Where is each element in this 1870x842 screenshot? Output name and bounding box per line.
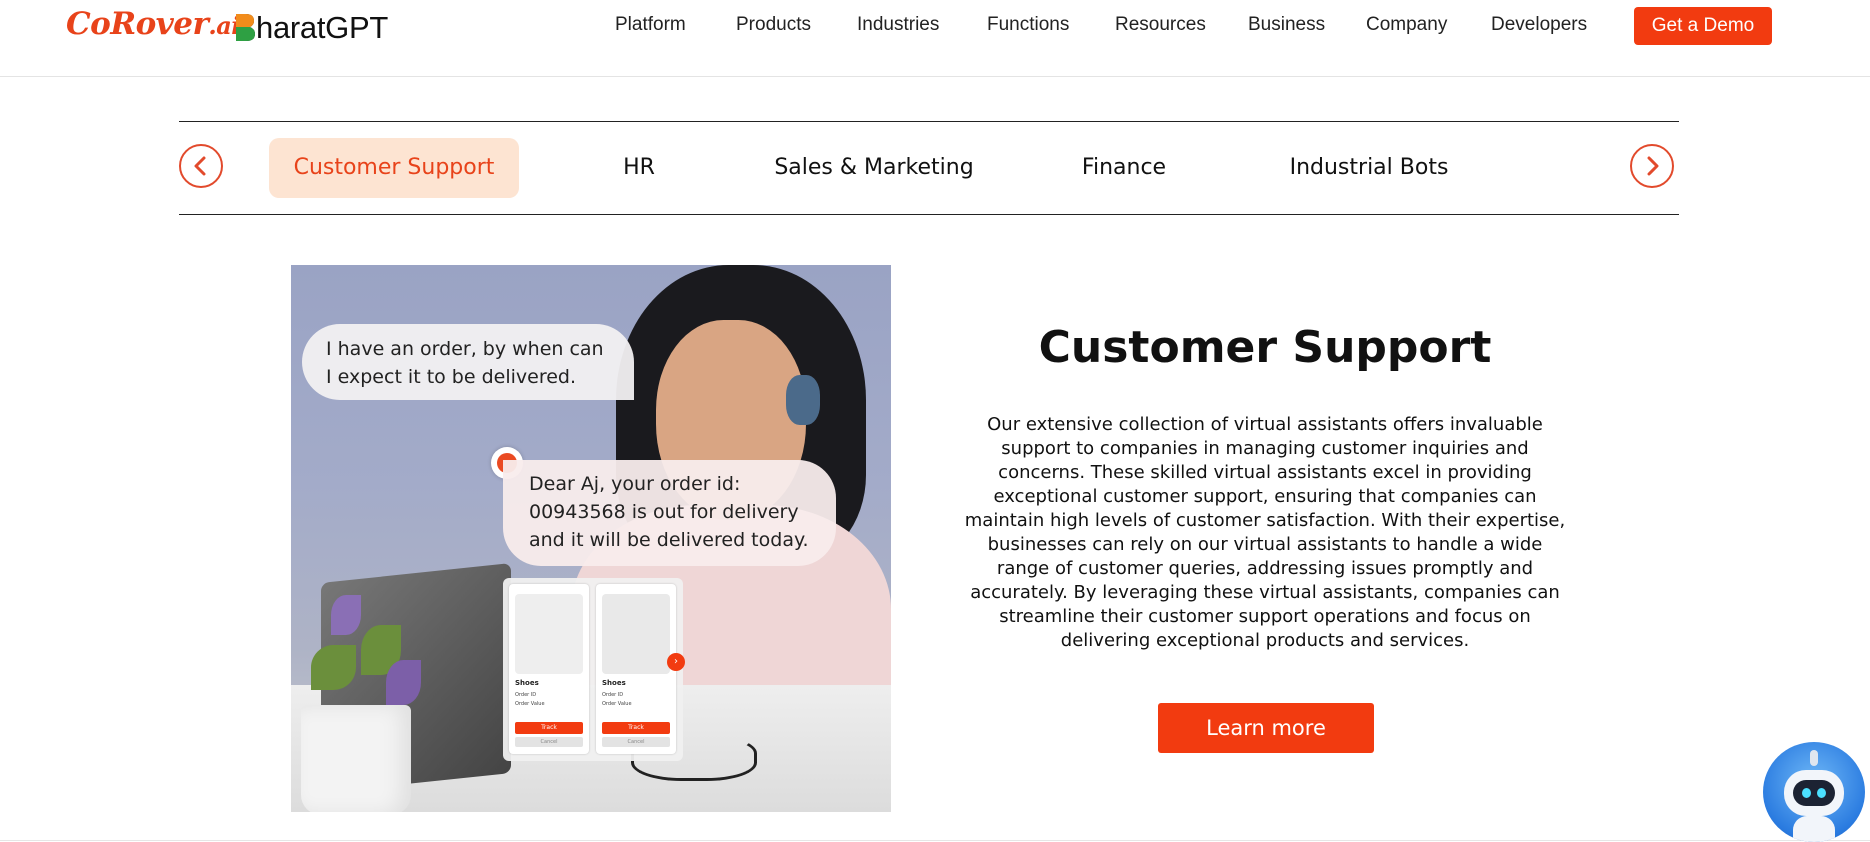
card-track-button: Track	[515, 722, 583, 734]
nav-platform[interactable]: Platform	[615, 14, 686, 36]
nav-resources[interactable]: Resources	[1115, 14, 1206, 36]
tab-industrial-bots[interactable]: Industrial Bots	[1259, 138, 1479, 198]
order-cards: Shoes Order ID Order Value Track Cancel …	[503, 578, 683, 761]
card-order-value: Order Value	[515, 701, 545, 707]
tab-finance[interactable]: Finance	[1029, 138, 1219, 198]
get-a-demo-button[interactable]: Get a Demo	[1634, 7, 1772, 45]
robot-antenna	[1810, 750, 1818, 766]
plant-flower	[386, 660, 421, 705]
bharatgpt-logo-text: haratGPT	[256, 10, 388, 45]
card-label: Shoes	[602, 679, 626, 687]
chatbot-launcher[interactable]	[1763, 742, 1865, 842]
headset-icon	[786, 375, 820, 425]
section-divider	[0, 840, 1870, 841]
card-order-id: Order ID	[602, 692, 624, 698]
robot-eye	[1817, 788, 1826, 798]
order-card: Shoes Order ID Order Value Track Cancel	[509, 584, 589, 754]
tab-sales-marketing[interactable]: Sales & Marketing	[759, 138, 989, 198]
plant-leaf	[311, 645, 356, 690]
nav-business[interactable]: Business	[1248, 14, 1325, 36]
plant-pot	[301, 705, 411, 812]
shoe-image	[515, 594, 583, 674]
nav-industries[interactable]: Industries	[857, 14, 939, 36]
tabs-prev-button[interactable]	[179, 144, 223, 188]
card-label: Shoes	[515, 679, 539, 687]
robot-eye	[1802, 788, 1811, 798]
tab-hr[interactable]: HR	[569, 138, 709, 198]
tabs-next-button[interactable]	[1630, 144, 1674, 188]
section-title: Customer Support	[1038, 322, 1492, 373]
chevron-left-icon	[194, 156, 206, 176]
site-header: CoRover.ai haratGPT Platform Products In…	[0, 0, 1870, 77]
chevron-right-icon: ›	[667, 653, 685, 671]
robot-visor	[1793, 780, 1835, 806]
nav-developers[interactable]: Developers	[1491, 14, 1587, 36]
card-track-button: Track	[602, 722, 670, 734]
robot-icon	[1784, 770, 1844, 816]
corover-logo-text: CoRover	[66, 6, 209, 42]
nav-company[interactable]: Company	[1366, 14, 1447, 36]
bharat-b-icon	[236, 14, 255, 41]
tab-customer-support[interactable]: Customer Support	[269, 138, 519, 198]
customer-support-illustration: I have an order, by when can I expect it…	[291, 265, 891, 812]
plant-flower	[331, 595, 361, 635]
shoe-image	[602, 594, 670, 674]
card-cancel-button: Cancel	[602, 737, 670, 747]
nav-functions[interactable]: Functions	[987, 14, 1069, 36]
card-cancel-button: Cancel	[515, 737, 583, 747]
corover-logo[interactable]: CoRover.ai	[66, 6, 240, 42]
card-order-id: Order ID	[515, 692, 537, 698]
bot-chat-bubble: Dear Aj, your order id: 00943568 is out …	[503, 460, 836, 566]
learn-more-button[interactable]: Learn more	[1158, 703, 1374, 753]
chevron-right-icon	[1647, 156, 1659, 176]
section-description: Our extensive collection of virtual assi…	[964, 414, 1566, 651]
card-order-value: Order Value	[602, 701, 632, 707]
order-card: Shoes Order ID Order Value Track Cancel	[596, 584, 676, 754]
nav-products[interactable]: Products	[736, 14, 811, 36]
robot-body	[1793, 816, 1835, 842]
user-chat-bubble: I have an order, by when can I expect it…	[302, 324, 634, 400]
function-tabs: Customer Support HR Sales & Marketing Fi…	[179, 121, 1679, 215]
